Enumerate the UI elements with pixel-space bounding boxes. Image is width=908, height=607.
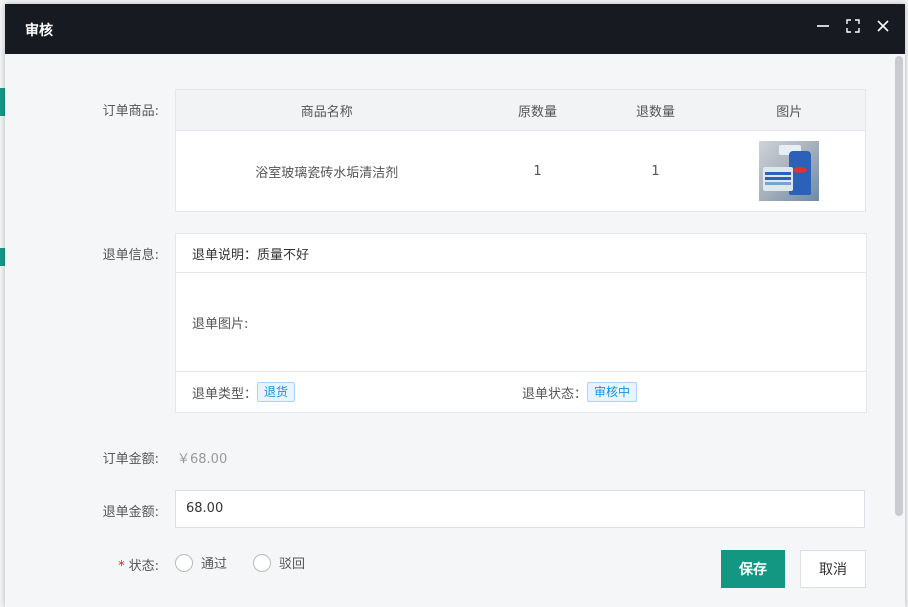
product-image-cell [714,131,866,212]
refund-status-group: 退单状态： 审核中 [522,382,638,402]
radio-circle[interactable] [253,553,272,572]
product-name-cell: 浴室玻璃瓷砖水垢清洁剂 [255,165,399,181]
minimize-icon[interactable] [815,18,831,34]
refund-type-status-row: 退单类型： 退货 退单状态： 审核中 [176,372,866,412]
save-button[interactable]: 保存 [721,550,785,588]
order-amount-value: ￥68.00 [177,452,228,467]
order-goods-table: 商品名称 原数量 退数量 图片 浴室玻璃瓷砖水垢清洁剂 1 1 [175,89,866,212]
refund-images-row: 退单图片: [176,273,866,372]
refund-description-row: 退单说明： 质量不好 [176,234,866,273]
refund-images-label: 退单图片: [192,316,249,332]
status-label: * 状态: [5,555,159,574]
table-row: 浴室玻璃瓷砖水垢清洁剂 1 1 [176,131,866,212]
vertical-scrollbar[interactable] [895,56,903,516]
column-header: 退数量 [597,89,714,131]
required-mark: * [118,559,125,574]
radio-reject-label: 驳回 [279,557,306,572]
status-radio-group: 通过 驳回 [175,553,305,572]
refund-amount-label: 退单金额: [102,505,159,520]
refund-status-tag: 审核中 [587,382,638,402]
refund-description-value: 质量不好 [257,247,310,263]
product-thumbnail[interactable] [759,141,820,201]
close-icon[interactable] [875,18,891,34]
review-dialog: 审核 订单商品: 商品名称 原数量 退数量 图片 浴室玻璃瓷砖水垢清洁剂 1 1… [5,4,905,607]
order-goods-label: 订单商品: [102,104,159,119]
column-header: 图片 [713,89,866,131]
original-qty-cell: 1 [533,163,542,179]
refund-type-tag: 退货 [257,382,296,402]
column-header: 原数量 [477,89,598,131]
refund-status-label: 退单状态： [522,386,588,402]
window-controls [815,18,891,34]
refund-info-label: 退单信息: [102,248,159,263]
refund-amount-input[interactable]: 68.00 [175,490,865,528]
table-header-row: 商品名称 原数量 退数量 图片 [175,89,866,131]
cancel-button[interactable]: 取消 [800,550,866,588]
dialog-title: 审核 [25,23,53,39]
radio-approve[interactable]: 通过 [175,553,227,572]
refund-info-box: 退单说明： 质量不好 退单图片: 退单类型： 退货 退单状态： 审核中 [175,233,867,413]
order-amount-label: 订单金额: [102,452,159,467]
column-header: 商品名称 [175,89,478,131]
status-label-text: 状态: [128,559,159,574]
refund-type-label: 退单类型： [192,386,258,402]
refund-qty-cell: 1 [651,163,660,179]
radio-circle[interactable] [175,553,193,572]
maximize-icon[interactable] [845,18,861,34]
radio-approve-label: 通过 [201,557,228,572]
radio-reject[interactable]: 驳回 [253,553,305,572]
refund-description-label: 退单说明： [192,247,258,263]
dialog-titlebar: 审核 [5,4,905,54]
